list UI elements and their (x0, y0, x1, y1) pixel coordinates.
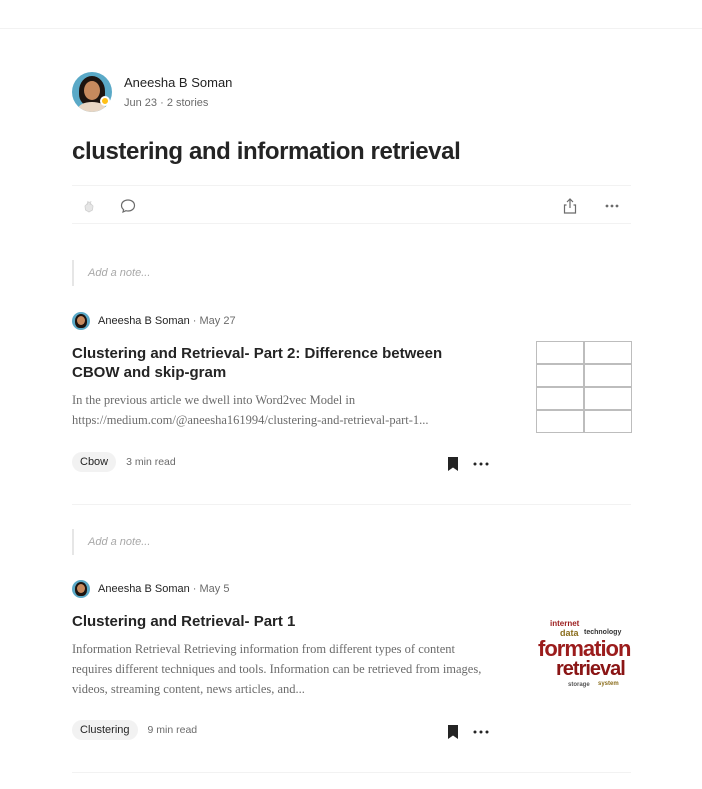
more-icon[interactable] (472, 725, 490, 739)
story-footer: Clustering 9 min read (72, 720, 197, 740)
comment-icon[interactable] (119, 197, 137, 215)
story-author: Aneesha B Soman · May 5 (72, 579, 631, 599)
divider (72, 772, 631, 773)
add-note-field[interactable]: Add a note... (72, 529, 152, 555)
list-item[interactable]: Aneesha B Soman · May 27 Clustering and … (72, 311, 632, 472)
list-author: Aneesha B Soman Jun 23 · 2 stories (72, 72, 232, 112)
avatar[interactable] (72, 72, 112, 112)
story-date: · May 27 (192, 315, 236, 327)
story-title[interactable]: Clustering and Retrieval- Part 2: Differ… (72, 344, 492, 382)
wordcloud-image: internet data technology formation retri… (536, 609, 632, 701)
meta-separator: · (160, 97, 164, 109)
story-date: · May 5 (192, 583, 230, 595)
list-meta: Jun 23 · 2 stories (124, 96, 232, 110)
story-thumbnail[interactable] (536, 341, 632, 433)
story-excerpt[interactable]: In the previous article we dwell into Wo… (72, 390, 492, 430)
avatar[interactable] (72, 580, 90, 598)
read-time: 9 min read (147, 724, 198, 736)
story-byline: Aneesha B Soman · May 27 (98, 315, 236, 327)
clap-icon[interactable] (80, 197, 98, 215)
share-icon[interactable] (561, 197, 579, 215)
bookmark-icon[interactable] (446, 456, 460, 472)
more-icon[interactable] (603, 197, 621, 215)
story-excerpt[interactable]: Information Retrieval Retrieving informa… (72, 639, 492, 699)
story-footer: Cbow 3 min read (72, 452, 176, 472)
list-item[interactable]: Aneesha B Soman · May 5 Clustering and R… (72, 579, 632, 740)
add-note-field[interactable]: Add a note... (72, 260, 152, 286)
more-icon[interactable] (472, 457, 490, 471)
divider (72, 504, 631, 505)
story-byline: Aneesha B Soman · May 5 (98, 583, 229, 595)
story-author: Aneesha B Soman · May 27 (72, 311, 631, 331)
story-author-name[interactable]: Aneesha B Soman (98, 583, 190, 595)
bookmark-icon[interactable] (446, 724, 460, 740)
avatar[interactable] (72, 312, 90, 330)
story-author-name[interactable]: Aneesha B Soman (98, 315, 190, 327)
story-actions (446, 724, 490, 740)
tag-pill[interactable]: Clustering (72, 720, 138, 740)
top-divider (0, 28, 702, 29)
story-title[interactable]: Clustering and Retrieval- Part 1 (72, 612, 492, 631)
list-date: Jun 23 (124, 97, 158, 109)
story-thumbnail[interactable]: internet data technology formation retri… (536, 609, 632, 701)
read-time: 3 min read (126, 456, 176, 468)
member-badge-icon (100, 96, 110, 106)
author-name[interactable]: Aneesha B Soman (124, 74, 232, 92)
story-actions (446, 456, 490, 472)
tag-pill[interactable]: Cbow (72, 452, 117, 472)
action-bar (72, 185, 631, 224)
page-title: clustering and information retrieval (72, 138, 461, 165)
story-count: 2 stories (166, 97, 209, 109)
